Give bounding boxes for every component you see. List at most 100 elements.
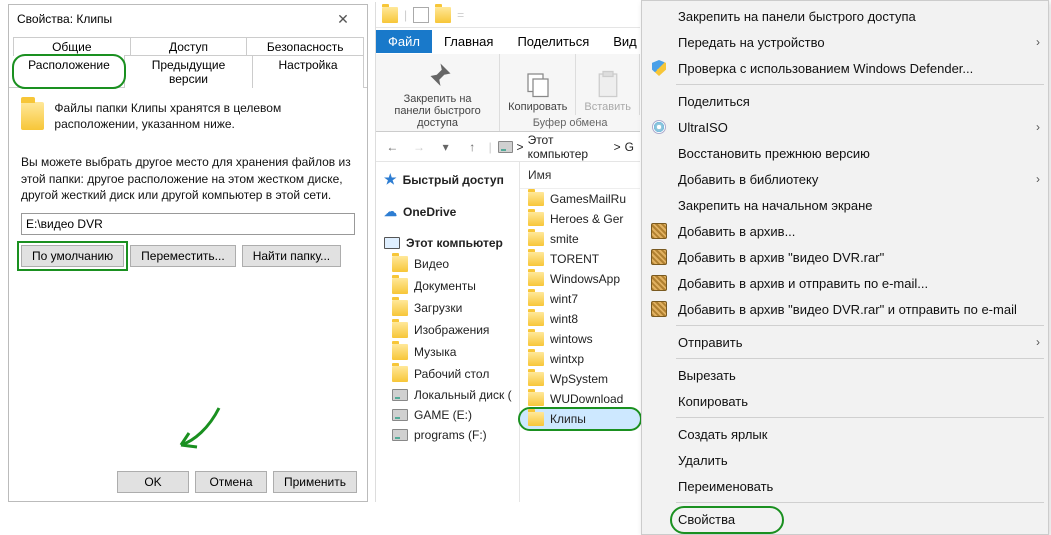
tab-previous-versions[interactable]: Предыдущие версии [124,55,253,88]
file-name: wint8 [550,312,578,326]
recent-dropdown[interactable]: ▾ [435,136,456,158]
file-row[interactable]: WpSystem [520,369,640,389]
folder-icon [21,102,44,130]
ctx-share[interactable]: Поделиться [642,88,1048,114]
breadcrumb[interactable]: > Этот компьютер > G [498,133,634,161]
ribbon-tab-share[interactable]: Поделиться [505,30,601,53]
file-row[interactable]: Heroes & Ger [520,209,640,229]
ribbon-paste-label: Вставить [584,101,631,113]
move-button[interactable]: Переместить... [130,245,236,267]
menu-separator [676,325,1044,326]
folder-icon [392,344,408,360]
ctx-ultraiso[interactable]: UltraISO› [642,114,1048,140]
ctx-pin-start[interactable]: Закрепить на начальном экране [642,192,1048,218]
ribbon-tab-home[interactable]: Главная [432,30,505,53]
ribbon-copy[interactable]: Копировать [500,54,576,115]
qat-item-icon[interactable] [413,7,429,23]
ribbon-paste: Вставить [576,54,640,115]
find-target-button[interactable]: Найти папку... [242,245,341,267]
file-row[interactable]: WindowsApp [520,269,640,289]
drive-icon [392,429,408,441]
tab-sharing[interactable]: Доступ [130,37,248,56]
ctx-archive-mail[interactable]: Добавить в архив и отправить по e-mail..… [642,270,1048,296]
nav-documents[interactable]: Документы [376,275,519,297]
context-menu: Закрепить на панели быстрого доступа Пер… [641,0,1049,535]
up-button[interactable]: ↑ [462,136,483,158]
nav-game-drive[interactable]: GAME (E:) [376,405,519,425]
nav-onedrive[interactable]: ☁OneDrive [376,201,519,223]
folder-icon [528,372,544,386]
ctx-archive[interactable]: Добавить в архив... [642,218,1048,244]
file-row[interactable]: smite [520,229,640,249]
location-description-2: Вы можете выбрать другое место для хране… [21,154,355,203]
tab-location[interactable]: Расположение [13,55,125,88]
ok-button[interactable]: OK [117,471,189,493]
tab-customize[interactable]: Настройка [252,55,364,88]
navigation-pane: ★Быстрый доступ ☁OneDrive Этот компьютер… [376,162,520,502]
ctx-properties[interactable]: Свойства [642,506,1048,532]
chevron-right-icon: › [1036,120,1040,134]
qat-folder-icon[interactable] [435,7,451,23]
menu-separator [676,502,1044,503]
file-name: TORENT [550,252,599,266]
breadcrumb-root[interactable]: Этот компьютер [528,133,610,161]
disc-icon [652,120,666,134]
file-row[interactable]: wint8 [520,309,640,329]
location-path-input[interactable] [21,213,355,235]
cancel-button[interactable]: Отмена [195,471,267,493]
ctx-rename[interactable]: Переименовать [642,473,1048,499]
file-row[interactable]: TORENT [520,249,640,269]
breadcrumb-current: G [625,140,634,154]
ctx-copy[interactable]: Копировать [642,388,1048,414]
ctx-restore[interactable]: Восстановить прежнюю версию [642,140,1048,166]
tab-general[interactable]: Общие [13,37,131,56]
ctx-shortcut[interactable]: Создать ярлык [642,421,1048,447]
folder-icon [392,256,408,272]
nav-this-pc[interactable]: Этот компьютер [376,233,519,253]
nav-programs-drive[interactable]: programs (F:) [376,425,519,445]
ribbon-pin-group[interactable]: Закрепить на панели быстрого доступа [376,54,500,131]
tab-security[interactable]: Безопасность [246,37,364,56]
ribbon-tab-file[interactable]: Файл [376,30,432,53]
file-name: wintxp [550,352,584,366]
chevron-right-icon: › [1036,35,1040,49]
apply-button[interactable]: Применить [273,471,357,493]
column-header-name[interactable]: Имя [520,162,640,189]
file-row[interactable]: wintxp [520,349,640,369]
drive-icon [392,409,408,421]
nav-music[interactable]: Музыка [376,341,519,363]
restore-default-button[interactable]: По умолчанию [21,245,124,267]
file-row[interactable]: wint7 [520,289,640,309]
nav-downloads[interactable]: Загрузки [376,297,519,319]
ctx-pin-quick[interactable]: Закрепить на панели быстрого доступа [642,3,1048,29]
nav-desktop[interactable]: Рабочий стол [376,363,519,385]
file-row[interactable]: Клипы [520,409,640,429]
file-row[interactable]: wintows [520,329,640,349]
ctx-delete[interactable]: Удалить [642,447,1048,473]
file-row[interactable]: WUDownload [520,389,640,409]
ctx-cut[interactable]: Вырезать [642,362,1048,388]
archive-icon [651,301,667,317]
folder-icon [528,292,544,306]
ctx-archive-named[interactable]: Добавить в архив "видео DVR.rar" [642,244,1048,270]
back-button[interactable]: ← [382,136,403,158]
ctx-send[interactable]: Отправить› [642,329,1048,355]
ctx-defender[interactable]: Проверка с использованием Windows Defend… [642,55,1048,81]
folder-icon [528,332,544,346]
nav-local-disk[interactable]: Локальный диск ( [376,385,519,405]
ctx-library[interactable]: Добавить в библиотеку› [642,166,1048,192]
folder-icon [528,192,544,206]
app-icon [382,7,398,23]
file-name: WUDownload [550,392,623,406]
nav-quick-access[interactable]: ★Быстрый доступ [376,168,519,191]
ctx-send-device[interactable]: Передать на устройство› [642,29,1048,55]
file-row[interactable]: GamesMailRu [520,189,640,209]
nav-images[interactable]: Изображения [376,319,519,341]
dialog-titlebar[interactable]: Свойства: Клипы ✕ [9,5,367,33]
forward-button[interactable]: → [409,136,430,158]
close-icon[interactable]: ✕ [323,7,363,31]
ribbon-copy-label: Копировать [508,101,567,113]
ctx-archive-named-mail[interactable]: Добавить в архив "видео DVR.rar" и отпра… [642,296,1048,322]
star-icon: ★ [384,171,397,188]
nav-video[interactable]: Видео [376,253,519,275]
